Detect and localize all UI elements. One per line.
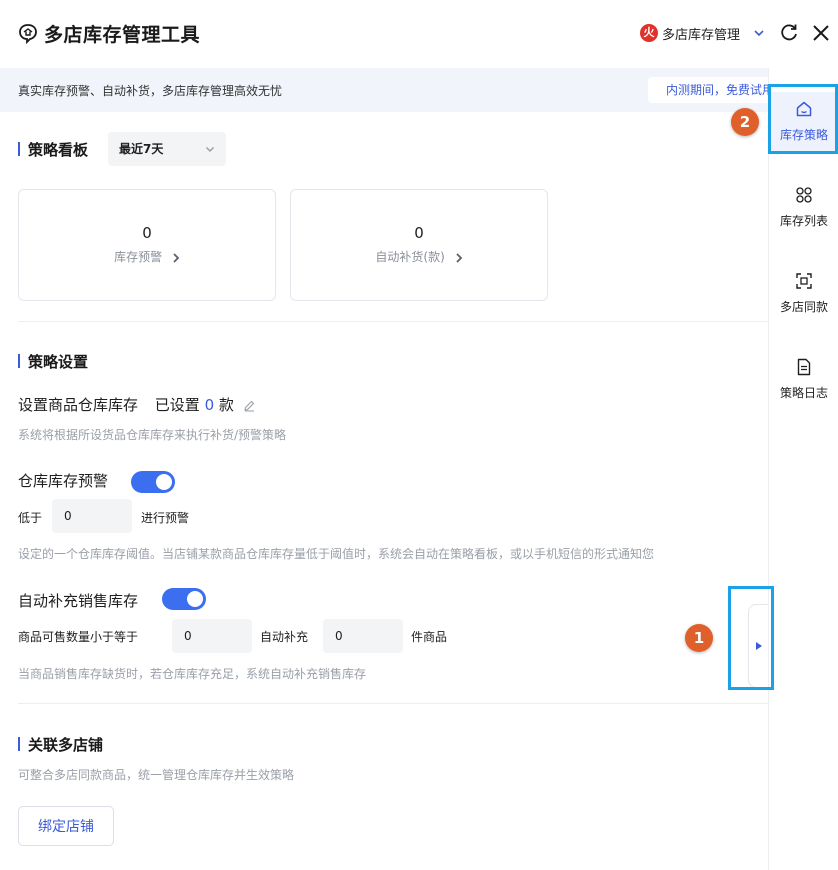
store-avatar[interactable]: 火: [640, 24, 658, 42]
sidebar-item-label: 策略日志: [779, 386, 828, 400]
chevron-right-icon: [173, 252, 180, 263]
sidebar-item-inventory-list[interactable]: 库存列表: [769, 178, 838, 238]
sidebar-item-multi-store-same[interactable]: 多店同款: [769, 264, 838, 324]
sidebar-item-strategy-log[interactable]: 策略日志: [769, 350, 838, 410]
edit-icon[interactable]: [243, 399, 256, 412]
alert-threshold-input[interactable]: [52, 499, 132, 533]
sidebar-item-label: 库存列表: [779, 214, 828, 228]
sellable-qty-label: 商品可售数量小于等于: [18, 630, 139, 644]
close-icon[interactable]: [810, 22, 832, 44]
auto-restock-toggle[interactable]: [162, 588, 206, 610]
grid-icon: [796, 187, 812, 203]
stock-alert-toggle[interactable]: [131, 471, 175, 493]
chevron-right-icon: [455, 252, 462, 263]
stat-label: 自动补货(款): [291, 248, 547, 265]
stat-label-text: 自动补货(款): [375, 250, 445, 264]
scan-icon: [796, 273, 812, 289]
banner-text: 真实库存预警、自动补货，多店库存管理高效无忧: [18, 84, 283, 98]
stat-value: 0: [142, 224, 152, 242]
configured-count: 0: [204, 396, 215, 414]
right-sidebar: 库存策略 库存列表 多店同款 策略日志: [768, 68, 838, 870]
date-range-value: 最近7天: [119, 142, 164, 156]
stock-alert-label: 仓库库存预警: [18, 472, 109, 490]
beta-tag: 内测期间，免费试用: [648, 77, 778, 103]
stat-value: 0: [414, 224, 424, 242]
info-banner: 真实库存预警、自动补货，多店库存管理高效无忧 内测期间，免费试用: [0, 68, 778, 112]
below-label: 低于: [18, 511, 43, 525]
auto-restock-qty-label: 自动补充: [260, 630, 309, 644]
configured-suffix: 款: [218, 396, 234, 414]
divider: [18, 321, 768, 322]
stock-alert-hint: 设定的一个仓库库存阈值。当店铺某款商品仓库库存量低于阈值时，系统会自动在策略看板…: [18, 547, 655, 561]
stat-label: 库存预警: [19, 248, 275, 265]
auto-restock-label: 自动补充销售库存: [18, 592, 139, 610]
header: 多店库存管理工具 火 多店库存管理: [0, 0, 838, 68]
alert-after-label: 进行预警: [141, 511, 190, 525]
linked-stores-hint: 可整合多店同款商品，统一管理仓库库存并生效策略: [18, 768, 295, 782]
store-switcher[interactable]: 多店库存管理: [662, 24, 740, 43]
stat-card-auto-restock[interactable]: 0 自动补货(款): [290, 189, 548, 301]
warehouse-stock-hint: 系统将根据所设货品仓库库存来执行补货/预警策略: [18, 428, 287, 442]
dashboard-title: 策略看板: [18, 139, 88, 160]
warehouse-stock-setting: 设置商品仓库库存 已设置 0 款: [18, 394, 256, 415]
document-icon: [797, 358, 811, 376]
bind-store-button[interactable]: 绑定店铺: [18, 806, 114, 846]
app-title: 多店库存管理工具: [44, 24, 201, 46]
refresh-icon[interactable]: [778, 22, 800, 44]
warehouse-stock-label: 设置商品仓库库存: [18, 396, 139, 414]
sellable-qty-input[interactable]: [172, 619, 252, 653]
highlight-box-sidebar: [768, 84, 838, 154]
divider: [18, 703, 768, 704]
stat-label-text: 库存预警: [114, 250, 163, 264]
chevron-down-icon[interactable]: [752, 26, 766, 40]
date-range-select[interactable]: 最近7天: [108, 132, 226, 166]
toggle-knob: [156, 474, 172, 490]
unit-label: 件商品: [411, 630, 448, 644]
chevron-down-icon: [205, 146, 215, 153]
annotation-marker-2: 2: [731, 108, 759, 136]
settings-title: 策略设置: [18, 351, 88, 372]
toggle-knob: [187, 591, 203, 607]
configured-prefix: 已设置: [154, 396, 200, 414]
linked-stores-title: 关联多店铺: [18, 734, 103, 755]
stat-card-stock-alert[interactable]: 0 库存预警: [18, 189, 276, 301]
sidebar-item-label: 多店同款: [779, 300, 828, 314]
auto-restock-qty-input[interactable]: [323, 619, 403, 653]
annotation-marker-1: 1: [685, 624, 713, 652]
app-logo-icon: [19, 24, 37, 45]
auto-restock-hint: 当商品销售库存缺货时，若仓库库存充足，系统自动补充销售库存: [18, 667, 367, 681]
highlight-box-collapse-tab: [728, 586, 774, 690]
